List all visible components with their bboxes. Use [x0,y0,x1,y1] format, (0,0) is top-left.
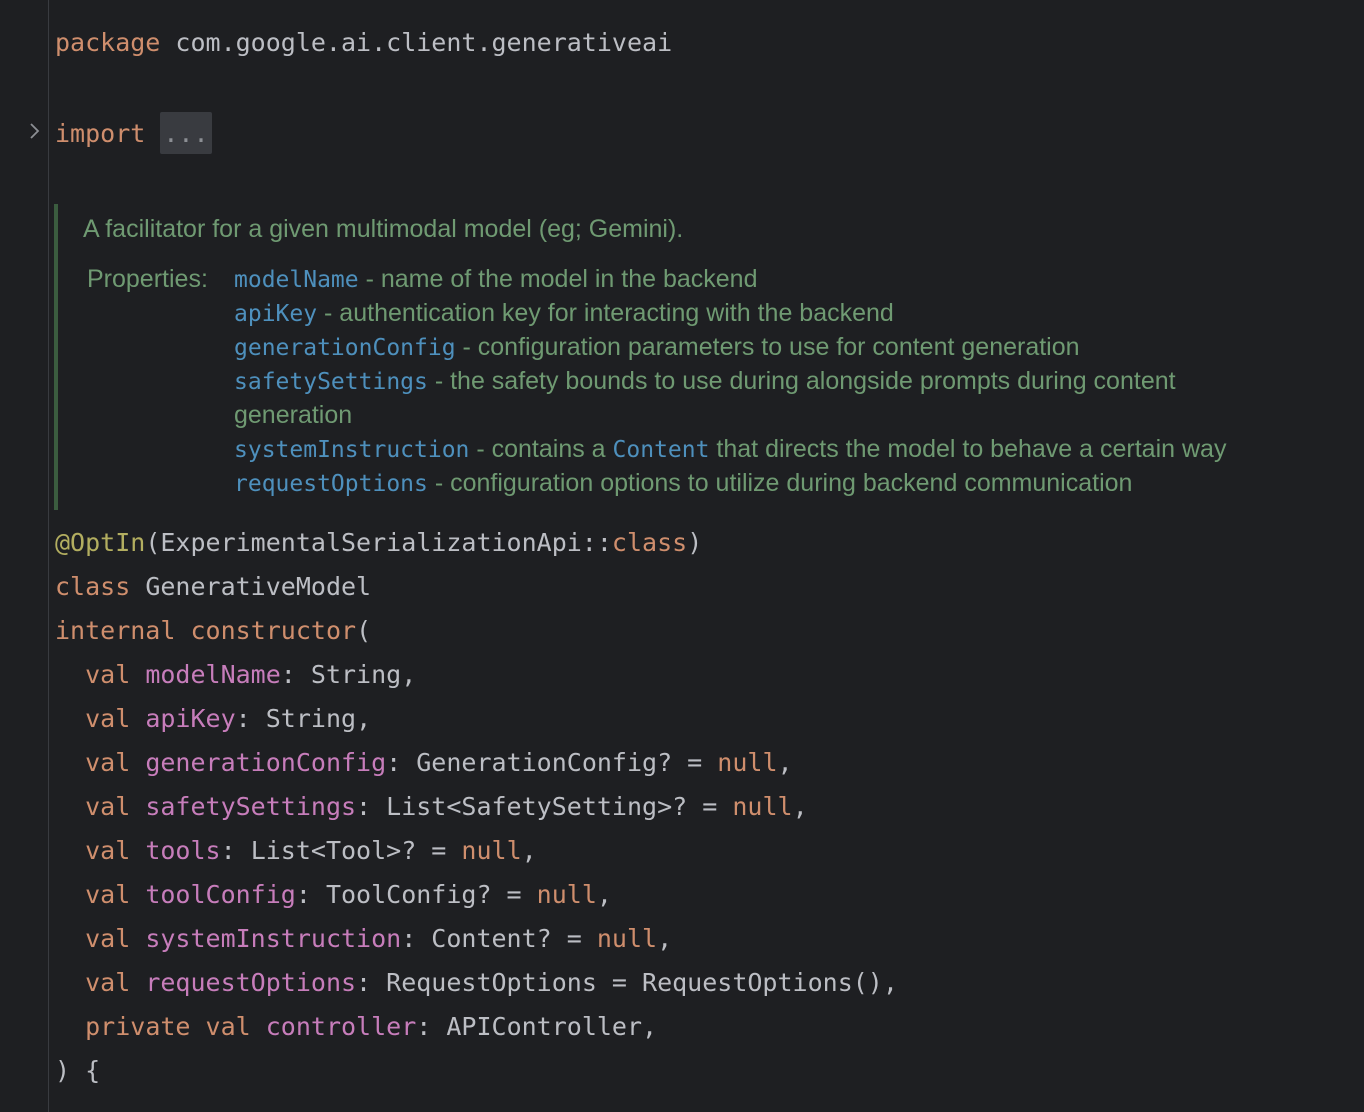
package-statement[interactable]: package com.google.ai.client.generativea… [55,27,672,59]
param-name: generationConfig [145,748,387,777]
doc-property-desc: - configuration options to utilize durin… [427,469,1133,497]
doc-property-line: modelName - name of the model in the bac… [234,262,757,297]
constructor-param[interactable]: val safetySettings: List<SafetySetting>?… [55,791,808,823]
param-type: : List<SafetySetting>? = [356,792,733,821]
internal-keyword: internal [55,616,176,645]
annotation-close-paren: ) [687,528,703,557]
doc-property-name[interactable]: modelName [234,267,359,293]
param-trailing-comma: , [792,792,808,821]
constructor-keyword: constructor [190,616,357,645]
param-modifier: val [85,748,131,777]
import-statement[interactable]: import ... [55,112,212,156]
param-name: controller [265,1012,417,1041]
param-type: : APIController [416,1012,643,1041]
param-type: : String [280,660,402,689]
doc-link[interactable]: Content [613,437,710,463]
param-modifier: val [85,880,131,909]
constructor-param[interactable]: val apiKey: String, [55,703,371,735]
param-type: : Content? = [401,924,597,953]
param-type: : String [235,704,357,733]
doc-property-desc: - name of the model in the backend [358,265,758,293]
annotation-class-keyword: class [611,528,688,557]
doc-properties-label: Properties: [87,265,208,293]
doc-property-line: generation [234,398,352,432]
doc-property-line: systemInstruction - contains a Content t… [234,432,1226,467]
constructor-param[interactable]: val generationConfig: GenerationConfig? … [55,747,793,779]
doc-property-line: apiKey - authentication key for interact… [234,296,894,331]
annotation-arg: ExperimentalSerializationApi:: [160,528,612,557]
class-declaration[interactable]: class GenerativeModel [55,571,371,603]
doc-property-name[interactable]: safetySettings [234,369,428,395]
param-modifier: val [85,836,131,865]
param-type: : List<Tool>? = [220,836,462,865]
param-name: safetySettings [145,792,357,821]
param-type: : GenerationConfig? = [386,748,718,777]
doc-property-line: generationConfig - configuration paramet… [234,330,1080,365]
doc-property-name[interactable]: generationConfig [234,335,456,361]
param-name: tools [145,836,221,865]
param-name: apiKey [145,704,236,733]
doc-property-desc: that directs the model to behave a certa… [709,435,1227,463]
constructor-paren: ( [356,616,372,645]
param-default: null [596,924,658,953]
param-modifier: val [85,924,131,953]
param-trailing-comma: , [521,836,537,865]
param-modifier: val [85,660,131,689]
closing-line[interactable]: ) { [55,1055,100,1087]
param-name: toolConfig [145,880,296,909]
param-default: null [732,792,793,821]
import-keyword: import [55,119,146,148]
class-keyword: class [55,572,131,601]
constructor-declaration[interactable]: internal constructor( [55,615,371,647]
param-modifier: val [85,704,131,733]
chevron-right-icon[interactable] [28,118,42,144]
param-default: null [461,836,522,865]
annotation-name: @OptIn [55,528,146,557]
constructor-param[interactable]: val modelName: String, [55,659,416,691]
param-trailing-comma: , [596,880,612,909]
param-modifier: val [85,792,131,821]
param-type: : RequestOptions = RequestOptions() [356,968,883,997]
gutter-divider [48,0,49,1112]
doc-property-desc: - configuration parameters to use for co… [455,333,1080,361]
param-trailing-comma: , [401,660,417,689]
doc-property-desc: - the safety bounds to use during alongs… [427,367,1176,395]
constructor-param[interactable]: val requestOptions: RequestOptions = Req… [55,967,898,999]
param-trailing-comma: , [882,968,898,997]
annotation-line[interactable]: @OptIn(ExperimentalSerializationApi::cla… [55,527,702,559]
constructor-param[interactable]: val systemInstruction: Content? = null, [55,923,672,955]
doc-property-desc: - authentication key for interacting wit… [317,299,894,327]
constructor-param[interactable]: val toolConfig: ToolConfig? = null, [55,879,612,911]
doc-property-line: requestOptions - configuration options t… [234,466,1132,501]
folded-imports[interactable]: ... [160,112,212,154]
param-default: null [536,880,597,909]
doc-property-name[interactable]: apiKey [234,301,317,327]
param-modifier: val [85,968,131,997]
doc-property-desc: generation [234,401,353,429]
annotation-open-paren: ( [145,528,161,557]
doc-property-line: safetySettings - the safety bounds to us… [234,364,1176,399]
rendered-doc-comment: A facilitator for a given multimodal mod… [54,204,1348,510]
doc-property-name[interactable]: systemInstruction [234,437,469,463]
param-name: modelName [145,660,281,689]
param-trailing-comma: , [642,1012,658,1041]
doc-property-desc: - contains a [469,435,613,463]
class-name: GenerativeModel [145,572,372,601]
param-modifier: private val [85,1012,251,1041]
param-name: requestOptions [145,968,357,997]
param-trailing-comma: , [777,748,793,777]
param-type: : ToolConfig? = [295,880,537,909]
param-default: null [717,748,778,777]
param-trailing-comma: , [356,704,372,733]
doc-property-name[interactable]: requestOptions [234,471,428,497]
constructor-param[interactable]: val tools: List<Tool>? = null, [55,835,537,867]
param-name: systemInstruction [145,924,402,953]
param-trailing-comma: , [657,924,673,953]
constructor-param[interactable]: private val controller: APIController, [55,1011,657,1043]
code-editor[interactable]: package com.google.ai.client.generativea… [0,0,1364,1112]
package-name: com.google.ai.client.generativeai [175,28,673,57]
doc-summary: A facilitator for a given multimodal mod… [83,215,684,243]
package-keyword: package [55,28,161,57]
